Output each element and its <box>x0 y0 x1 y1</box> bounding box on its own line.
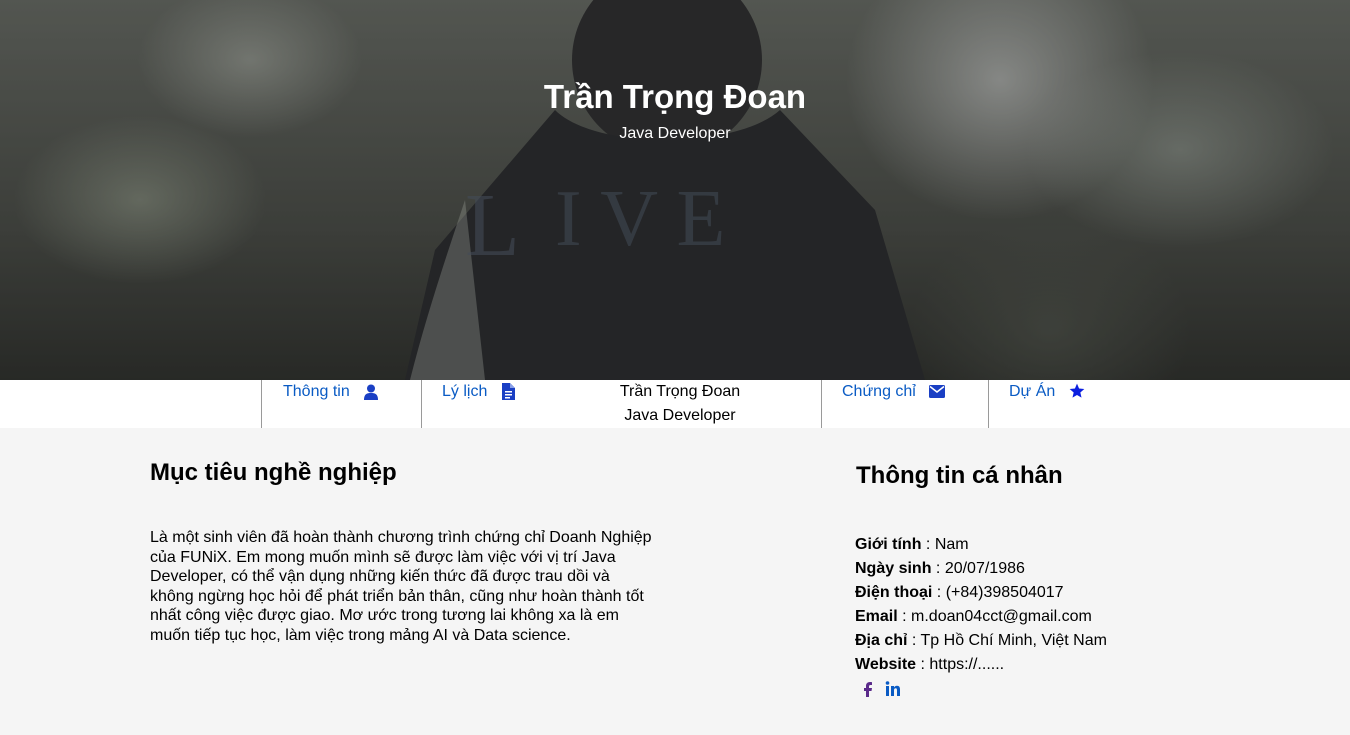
info-row-address: Địa chỉ : Tp Hồ Chí Minh, Việt Nam <box>855 632 1107 650</box>
nav-item-thong-tin[interactable]: Thông tin <box>261 380 421 428</box>
info-sep: : <box>897 608 912 625</box>
nav-item-label: Dự Án <box>1009 383 1056 400</box>
info-sep: : <box>921 536 935 553</box>
navbar: Thông tin Lý lịch Trần Trọng Đoan Java D… <box>0 380 1350 428</box>
envelope-icon <box>929 385 945 398</box>
info-row-birthday: Ngày sinh : 20/07/1986 <box>855 560 1025 578</box>
info-key: Địa chỉ <box>855 632 908 649</box>
objective-text: Là một sinh viên đã hoàn thành chương tr… <box>150 529 652 644</box>
nav-center-role: Java Developer <box>624 407 736 424</box>
info-value: m.doan04cct@gmail.com <box>911 608 1092 625</box>
facebook-icon[interactable] <box>860 680 876 698</box>
objective-title: Mục tiêu nghề nghiệp <box>150 459 397 486</box>
info-sep: : <box>932 584 946 601</box>
hero-overlay <box>0 0 1350 380</box>
info-key: Điện thoại <box>855 584 933 601</box>
info-row-phone: Điện thoại : (+84)398504017 <box>855 584 1064 602</box>
info-sep: : <box>931 560 945 577</box>
info-row-gender: Giới tính : Nam <box>855 536 969 554</box>
nav-item-du-an[interactable]: Dự Án <box>988 380 1128 428</box>
user-icon <box>364 384 378 400</box>
info-value: 20/07/1986 <box>944 560 1025 577</box>
info-key: Website <box>855 656 917 673</box>
info-key: Ngày sinh <box>855 560 932 577</box>
info-row-website: Website : https://...... <box>855 656 1004 674</box>
nav-item-chung-chi[interactable]: Chứng chỉ <box>821 380 988 428</box>
nav-item-ly-lich[interactable]: Lý lịch <box>421 380 540 428</box>
linkedin-icon[interactable] <box>885 680 901 698</box>
hero-name: Trần Trọng Đoan <box>543 78 807 115</box>
hero-role: Java Developer <box>619 125 731 142</box>
nav-item-label: Lý lịch <box>442 383 488 400</box>
star-icon <box>1069 383 1085 398</box>
nav-center-profile: Trần Trọng Đoan Java Developer <box>540 380 820 428</box>
info-sep: : <box>907 632 921 649</box>
info-key: Email <box>855 608 898 625</box>
info-row-email: Email : m.doan04cct@gmail.com <box>855 608 1092 626</box>
info-value: Nam <box>934 536 969 553</box>
hero-banner: L I V E Trần Trọng Đoan Java Developer <box>0 0 1350 380</box>
personal-info-title: Thông tin cá nhân <box>856 462 1063 489</box>
nav-center-name: Trần Trọng Đoan <box>619 383 741 400</box>
info-key: Giới tính <box>855 536 922 553</box>
info-value: https://...... <box>929 656 1005 673</box>
info-sep: : <box>916 656 930 673</box>
document-icon <box>502 383 515 400</box>
nav-item-label: Chứng chỉ <box>842 383 916 400</box>
nav-item-label: Thông tin <box>283 383 350 400</box>
info-value: (+84)398504017 <box>945 584 1064 601</box>
info-value: Tp Hồ Chí Minh, Việt Nam <box>920 632 1107 649</box>
